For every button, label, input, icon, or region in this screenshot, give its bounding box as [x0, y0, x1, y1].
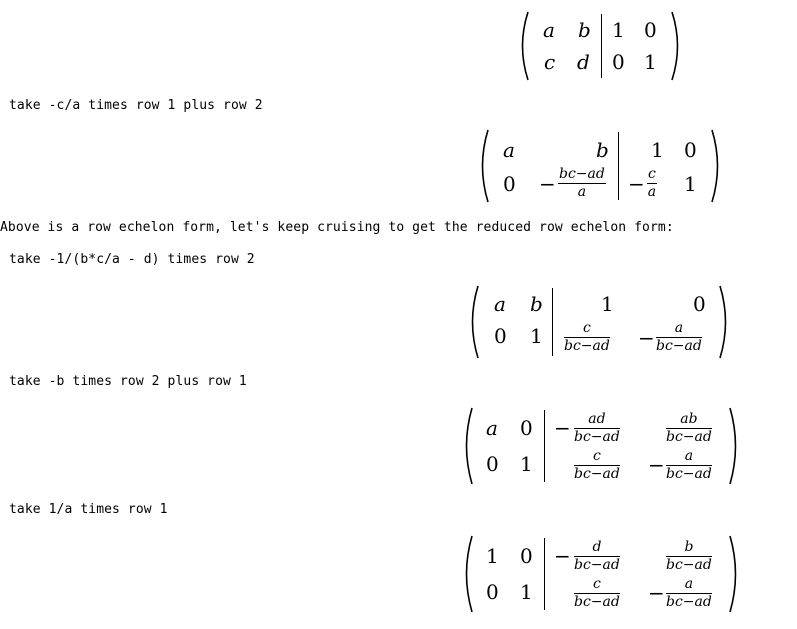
minus-sign: −	[648, 581, 665, 605]
fraction-denominator: bc−ad	[564, 338, 610, 354]
fraction-numerator: c	[574, 449, 620, 466]
matrix-cell: 0	[503, 172, 516, 196]
step-instruction: take -1/(b*c/a - d) times row 2	[9, 252, 255, 267]
fraction-numerator: bc−ad	[558, 166, 606, 184]
augmented-matrix-step1: a b 1 0 0 − bc−ad a − c a 1	[476, 128, 726, 204]
matrix-cell: 0	[486, 580, 499, 604]
fraction: bc−ad a	[558, 167, 606, 200]
fraction-denominator: bc−ad	[666, 557, 712, 573]
augment-separator	[544, 538, 545, 610]
fraction-denominator: a	[647, 184, 657, 200]
matrix-cell: b	[578, 18, 591, 42]
augmented-matrix-step4: 1 0 − d bc−ad b bc−ad 0 1 c bc−ad − a bc…	[460, 534, 744, 614]
fraction-numerator: b	[666, 540, 712, 557]
step-instruction: take -c/a times row 1 plus row 2	[9, 98, 263, 113]
fraction-denominator: bc−ad	[574, 557, 620, 573]
minus-sign: −	[628, 172, 645, 196]
step-instruction: take 1/a times row 1	[9, 502, 168, 517]
minus-sign: −	[554, 544, 571, 568]
left-parenthesis	[481, 129, 489, 203]
fraction-denominator: bc−ad	[656, 338, 702, 354]
augmented-matrix-original: a b 1 0 c d 0 1	[516, 10, 686, 82]
augment-separator	[544, 410, 545, 482]
matrix-cell: c	[544, 50, 556, 74]
matrix-cell: a	[486, 416, 498, 440]
matrix-cell: 0	[684, 138, 697, 162]
fraction: a bc−ad	[656, 321, 702, 354]
matrix-cell: a	[494, 292, 506, 316]
matrix-cell: 0	[644, 18, 657, 42]
fraction-denominator: bc−ad	[574, 429, 620, 445]
right-parenthesis	[719, 285, 727, 359]
left-parenthesis	[465, 535, 473, 613]
matrix-cell: 1	[530, 324, 543, 348]
augment-separator	[552, 288, 553, 356]
fraction: ab bc−ad	[666, 412, 712, 445]
matrix-cell: 1	[520, 452, 533, 476]
fraction-denominator: a	[577, 184, 587, 200]
matrix-cell: d	[577, 50, 590, 74]
fraction-numerator: ab	[666, 412, 712, 429]
minus-sign: −	[554, 416, 571, 440]
right-parenthesis	[711, 129, 719, 203]
augment-separator	[618, 132, 619, 200]
step-instruction: take -b times row 2 plus row 1	[9, 374, 247, 389]
left-parenthesis	[521, 11, 529, 81]
matrix-cell: 0	[520, 544, 533, 568]
matrix-cell: 0	[520, 416, 533, 440]
fraction: c a	[647, 167, 657, 200]
fraction-numerator: a	[656, 321, 702, 338]
augment-separator	[601, 14, 602, 78]
fraction: a bc−ad	[666, 449, 712, 482]
fraction-denominator: bc−ad	[574, 594, 620, 610]
matrix-cell: 0	[693, 292, 706, 316]
fraction: ad bc−ad	[574, 412, 620, 445]
fraction: b bc−ad	[666, 540, 712, 573]
right-parenthesis	[729, 535, 737, 613]
fraction-denominator: bc−ad	[666, 594, 712, 610]
fraction-numerator: ad	[574, 412, 620, 429]
left-parenthesis	[465, 407, 473, 485]
matrix-cell: 0	[612, 50, 625, 74]
matrix-cell: a	[503, 138, 515, 162]
fraction: c bc−ad	[574, 577, 620, 610]
fraction-numerator: c	[574, 577, 620, 594]
right-parenthesis	[729, 407, 737, 485]
fraction-denominator: bc−ad	[666, 466, 712, 482]
matrix-cell: a	[543, 18, 555, 42]
matrix-cell: b	[530, 292, 543, 316]
fraction: a bc−ad	[666, 577, 712, 610]
matrix-cell: 1	[486, 544, 499, 568]
matrix-cell: 1	[644, 50, 657, 74]
minus-sign: −	[539, 172, 556, 196]
matrix-cell: 0	[494, 324, 507, 348]
fraction-denominator: bc−ad	[574, 466, 620, 482]
matrix-cell: 1	[612, 18, 625, 42]
fraction-numerator: d	[574, 540, 620, 557]
matrix-cell: 0	[486, 452, 499, 476]
matrix-cell: 1	[684, 172, 697, 196]
fraction-numerator: c	[647, 166, 657, 184]
fraction: d bc−ad	[574, 540, 620, 573]
fraction-numerator: a	[666, 449, 712, 466]
fraction: c bc−ad	[564, 321, 610, 354]
fraction-numerator: c	[564, 321, 610, 338]
fraction: c bc−ad	[574, 449, 620, 482]
minus-sign: −	[648, 453, 665, 477]
left-parenthesis	[471, 285, 479, 359]
matrix-cell: 1	[651, 138, 664, 162]
right-parenthesis	[671, 11, 679, 81]
augmented-matrix-step3: a 0 − ad bc−ad ab bc−ad 0 1 c bc−ad − a …	[460, 406, 744, 486]
matrix-cell: 1	[601, 292, 614, 316]
note-text: Above is a row echelon form, let's keep …	[0, 220, 674, 235]
augmented-matrix-step2: a b 1 0 0 1 c bc−ad − a bc−ad	[466, 284, 736, 360]
fraction-numerator: a	[666, 577, 712, 594]
minus-sign: −	[638, 326, 655, 350]
fraction-denominator: bc−ad	[666, 429, 712, 445]
matrix-cell: b	[596, 138, 609, 162]
matrix-cell: 1	[520, 580, 533, 604]
